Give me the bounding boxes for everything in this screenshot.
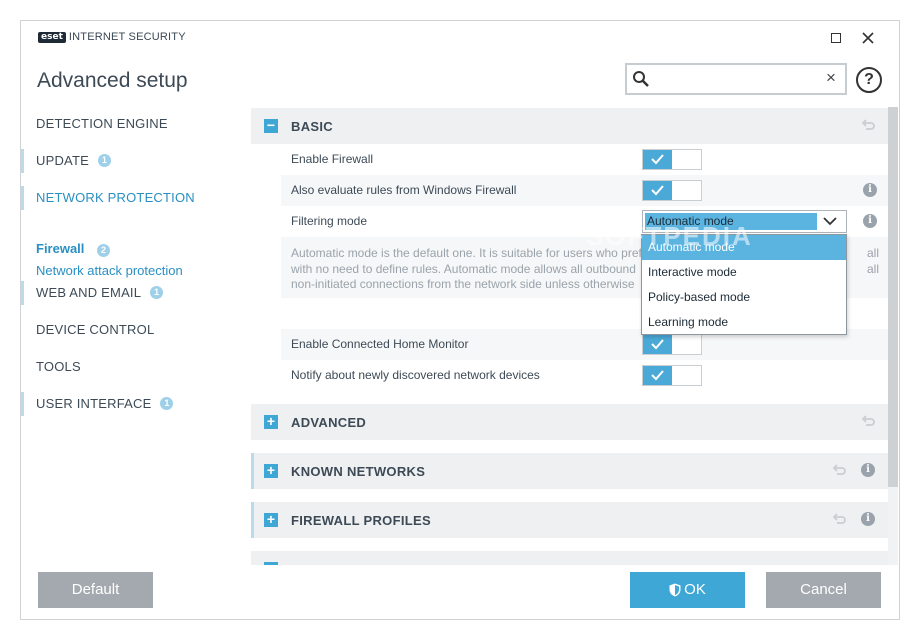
- info-icon[interactable]: i: [861, 463, 875, 477]
- toggle-on-state: [643, 366, 672, 385]
- sidebar-item-label: Firewall: [36, 241, 85, 256]
- toggle-on-state: [643, 181, 672, 200]
- notify-devices-toggle[interactable]: [642, 365, 702, 386]
- sidebar-item-device-control[interactable]: DEVICE CONTROL: [21, 314, 251, 344]
- toggle-on-state: [643, 150, 672, 169]
- checkmark-icon: [651, 370, 664, 381]
- sidebar-subitem-firewall[interactable]: Firewall 2: [36, 241, 111, 257]
- scrollbar-thumb[interactable]: [888, 107, 898, 487]
- enable-firewall-toggle[interactable]: [642, 149, 702, 170]
- settings-panel: − BASIC Enable Firewall Also evaluate ru…: [251, 107, 889, 565]
- info-icon[interactable]: i: [861, 512, 875, 526]
- info-icon[interactable]: i: [863, 214, 877, 228]
- search-icon: [633, 71, 649, 87]
- help-icon[interactable]: ?: [856, 67, 882, 93]
- revert-icon[interactable]: [861, 118, 875, 132]
- sidebar-item-user-interface[interactable]: USER INTERFACE 1: [21, 388, 251, 418]
- sidebar-item-update[interactable]: UPDATE 1: [21, 145, 251, 175]
- toggle-on-state: [643, 335, 672, 354]
- description-tail: all all: [867, 246, 887, 277]
- expand-icon[interactable]: +: [264, 512, 278, 527]
- sidebar-item-detection-engine[interactable]: DETECTION ENGINE: [21, 108, 251, 138]
- setting-label: Also evaluate rules from Windows Firewal…: [291, 183, 517, 197]
- cancel-button[interactable]: Cancel: [766, 572, 881, 608]
- close-button[interactable]: [856, 27, 880, 49]
- dropdown-option-policy-based[interactable]: Policy-based mode: [642, 285, 846, 310]
- sidebar-subitem-network-attack-protection[interactable]: Network attack protection: [36, 263, 183, 278]
- section-title: KNOWN NETWORKS: [291, 464, 426, 479]
- filtering-mode-dropdown-list: Automatic mode Interactive mode Policy-b…: [641, 234, 847, 335]
- sidebar-item-label: DEVICE CONTROL: [36, 321, 155, 337]
- sidebar-item-label: UPDATE: [36, 152, 89, 168]
- section-title: FIREWALL PROFILES: [291, 513, 431, 528]
- maximize-icon: [831, 33, 841, 43]
- product-name: INTERNET SECURITY: [68, 31, 186, 43]
- user-interface-count-badge: 1: [160, 396, 174, 410]
- page-title: Advanced setup: [37, 69, 188, 92]
- sidebar-item-web-and-email[interactable]: WEB AND EMAIL 1: [21, 277, 251, 307]
- chevron-down-icon: [823, 217, 837, 226]
- close-icon: [862, 32, 874, 44]
- section-title: ADVANCED: [291, 415, 367, 430]
- description-line: all: [867, 246, 880, 260]
- setting-row-filtering-mode: Filtering mode Automatic mode i: [281, 206, 889, 237]
- revert-icon[interactable]: [832, 463, 846, 477]
- eset-logo: eset INTERNET SECURITY: [38, 31, 186, 43]
- ok-button-label: OK: [684, 581, 706, 598]
- checkmark-icon: [651, 154, 664, 165]
- section-advanced[interactable]: + ADVANCED: [251, 404, 889, 440]
- setting-label: Filtering mode: [291, 214, 368, 228]
- search-input[interactable]: [655, 68, 821, 90]
- checkmark-icon: [651, 339, 664, 350]
- logo-badge: eset: [38, 31, 66, 43]
- evaluate-windows-firewall-toggle[interactable]: [642, 180, 702, 201]
- dropdown-option-learning[interactable]: Learning mode: [642, 310, 846, 335]
- sidebar-item-label: WEB AND EMAIL: [36, 284, 142, 300]
- section-basic[interactable]: − BASIC: [251, 108, 889, 144]
- maximize-button[interactable]: [824, 27, 848, 49]
- dropdown-option-automatic[interactable]: Automatic mode: [642, 235, 846, 260]
- checkmark-icon: [651, 185, 664, 196]
- sidebar-item-label: Network attack protection: [36, 263, 183, 278]
- filtering-mode-select[interactable]: Automatic mode: [642, 210, 847, 233]
- setting-row-evaluate-windows-firewall: Also evaluate rules from Windows Firewal…: [281, 175, 889, 206]
- ok-button[interactable]: OK: [630, 572, 745, 608]
- section-known-networks[interactable]: + KNOWN NETWORKS i: [251, 453, 889, 489]
- title-bar: eset INTERNET SECURITY: [21, 21, 899, 53]
- sidebar-item-network-protection[interactable]: NETWORK PROTECTION: [21, 182, 251, 212]
- section-firewall-profiles[interactable]: + FIREWALL PROFILES i: [251, 502, 889, 538]
- scrollbar[interactable]: [888, 107, 898, 565]
- setting-row-notify-devices: Notify about newly discovered network de…: [281, 360, 889, 391]
- filtering-mode-value: Automatic mode: [645, 213, 817, 230]
- info-icon[interactable]: i: [863, 183, 877, 197]
- section-partial[interactable]: [251, 551, 889, 565]
- search-box[interactable]: ×: [625, 63, 847, 95]
- description-line: all: [867, 261, 880, 276]
- sidebar-item-tools[interactable]: TOOLS: [21, 351, 251, 381]
- dropdown-option-interactive[interactable]: Interactive mode: [642, 260, 846, 285]
- setting-label: Notify about newly discovered network de…: [291, 368, 540, 382]
- sidebar-item-label: DETECTION ENGINE: [36, 115, 168, 131]
- expand-icon[interactable]: +: [264, 463, 278, 478]
- setting-label: Enable Connected Home Monitor: [291, 337, 469, 351]
- web-email-count-badge: 1: [150, 285, 164, 299]
- revert-icon[interactable]: [861, 414, 875, 428]
- revert-icon[interactable]: [832, 512, 846, 526]
- sidebar-item-label: NETWORK PROTECTION: [36, 189, 195, 205]
- sidebar-item-label: TOOLS: [36, 358, 81, 374]
- clear-search-icon[interactable]: ×: [826, 68, 836, 88]
- expand-icon[interactable]: +: [264, 414, 278, 429]
- default-button[interactable]: Default: [38, 572, 153, 608]
- footer: Default OK Cancel: [21, 565, 899, 619]
- setting-row-enable-firewall: Enable Firewall: [281, 144, 889, 175]
- section-title: BASIC: [291, 119, 333, 134]
- setting-label: Enable Firewall: [291, 152, 374, 166]
- collapse-icon[interactable]: −: [264, 118, 278, 133]
- connected-home-toggle[interactable]: [642, 334, 702, 355]
- sidebar-item-label: USER INTERFACE: [36, 395, 152, 411]
- firewall-count-badge: 2: [97, 244, 111, 257]
- update-count-badge: 1: [97, 153, 111, 167]
- shield-icon: [669, 583, 681, 597]
